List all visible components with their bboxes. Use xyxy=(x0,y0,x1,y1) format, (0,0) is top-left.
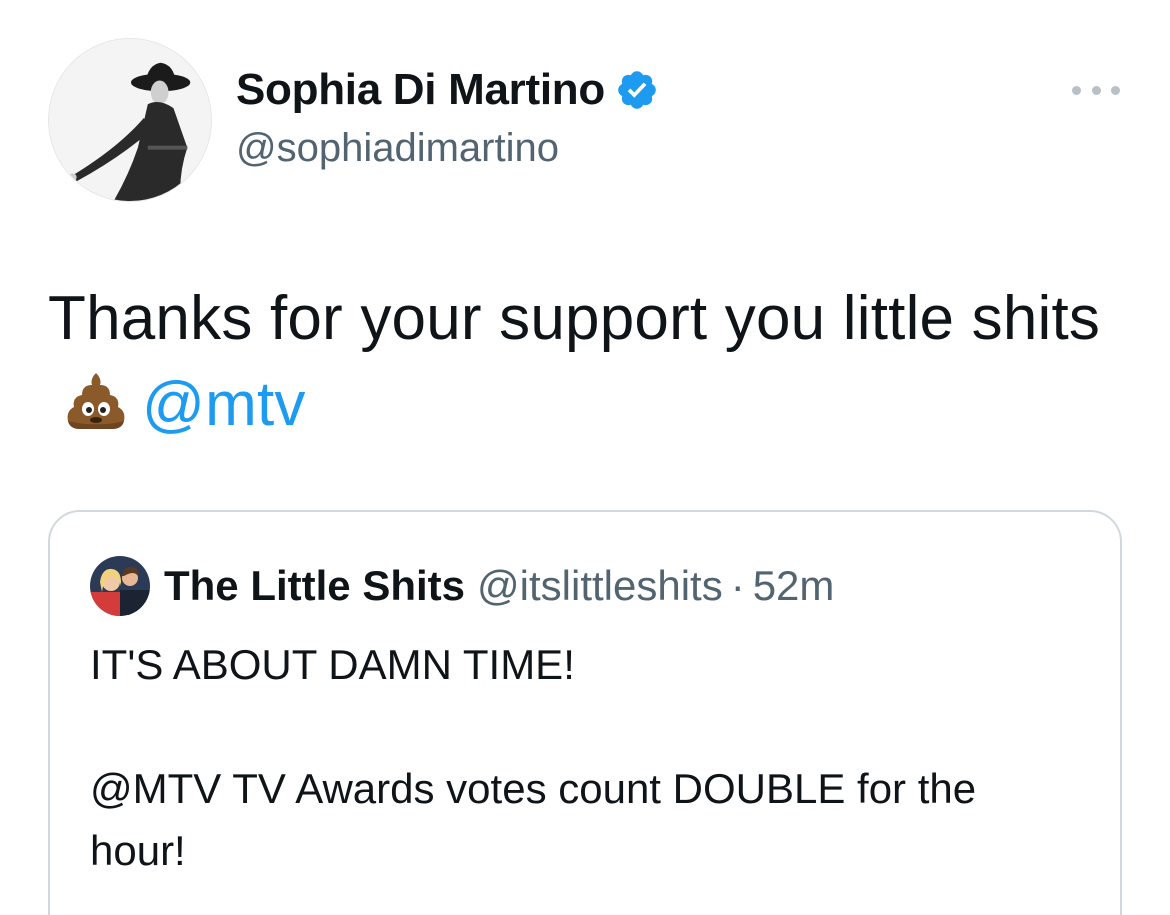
quoted-tweet-header: The Little Shits @itslittleshits · 52m xyxy=(90,556,834,616)
tweet-text-body: Thanks for your support you little shits xyxy=(48,284,1101,353)
author-handle[interactable]: @sophiadimartino xyxy=(236,126,559,171)
tweet: Sophia Di Martino @sophiadimartino Thank… xyxy=(0,0,1170,915)
pile-of-poo-emoji-icon xyxy=(64,369,128,433)
quoted-tweet-card[interactable]: The Little Shits @itslittleshits · 52m I… xyxy=(48,510,1122,915)
quoted-tweet-line: IT'S ABOUT DAMN TIME! xyxy=(90,641,575,688)
ellipsis-dot xyxy=(1072,85,1081,95)
tweet-text: Thanks for your support you little shits… xyxy=(48,276,1128,448)
author-display-name[interactable]: Sophia Di Martino xyxy=(236,65,605,115)
profile-photo-icon xyxy=(90,556,150,616)
quoted-author-handle[interactable]: @itslittleshits xyxy=(477,562,723,610)
quoted-author-display-name[interactable]: The Little Shits xyxy=(164,562,465,610)
author-avatar[interactable] xyxy=(48,38,212,202)
quoted-tweet-timestamp[interactable]: 52m xyxy=(753,562,835,610)
quoted-tweet-text: IT'S ABOUT DAMN TIME! @MTV TV Awards vot… xyxy=(90,634,1080,882)
separator-dot: · xyxy=(730,562,745,609)
profile-photo-icon xyxy=(49,39,211,201)
quoted-author-avatar[interactable] xyxy=(90,556,150,616)
ellipsis-icon[interactable] xyxy=(1072,78,1120,102)
quoted-tweet-line: @MTV TV Awards votes count DOUBLE for th… xyxy=(90,765,977,874)
author-name-row: Sophia Di Martino xyxy=(236,64,659,116)
ellipsis-dot xyxy=(1091,85,1101,95)
ellipsis-dot xyxy=(1111,85,1120,95)
verified-badge-icon xyxy=(615,68,659,112)
tweet-mention-link[interactable]: @mtv xyxy=(142,370,306,439)
